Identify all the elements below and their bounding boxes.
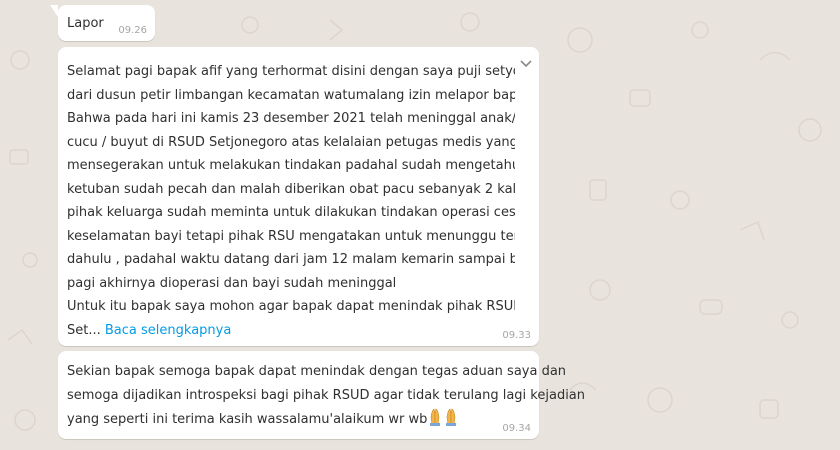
message-line: pihak keluarga sudah meminta untuk dilak… [67, 205, 515, 220]
message-line: ketuban sudah pecah dan malah diberikan … [67, 181, 515, 197]
message-text: Selamat pagi bapak afif yang terhormat d… [67, 60, 515, 342]
message-text: Lapor [67, 16, 104, 31]
folded-hands-icon [430, 408, 457, 426]
message-line-text: yang seperti ini terima kasih wassalamu'… [67, 412, 428, 427]
message-line-with-emoji: yang seperti ini terima kasih wassalamu'… [67, 408, 529, 432]
message-line-truncated: Set... Baca selengkapnya [67, 319, 515, 343]
message-line: semoga dijadikan introspeksi bagi pihak … [67, 388, 586, 403]
message-line: Bahwa pada hari ini kamis 23 desember 20… [67, 111, 515, 126]
message-time: 09.26 [118, 25, 147, 36]
message-bubble-lapor[interactable]: Lapor 09.26 [50, 5, 155, 41]
message-bubble-report[interactable]: Selamat pagi bapak afif yang terhormat d… [58, 47, 539, 346]
message-line: mensegerakan untuk melakukan tindakan pa… [67, 158, 515, 173]
message-time: 09.34 [502, 423, 531, 434]
message-line: Untuk itu bapak saya mohon agar bapak da… [67, 299, 515, 314]
message-line: pagi akhirnya dioperasi dan bayi sudah m… [67, 275, 397, 291]
message-line: Selamat pagi bapak afif yang terhormat d… [67, 64, 515, 79]
message-time: 09.33 [502, 330, 531, 341]
truncated-text: Set... [67, 322, 101, 338]
message-text: Sekian bapak semoga bapak dapat menindak… [67, 360, 586, 432]
read-more-link[interactable]: Baca selengkapnya [105, 323, 231, 338]
message-line: dahulu , padahal waktu datang dari jam 1… [67, 252, 515, 267]
chevron-down-icon[interactable] [519, 57, 533, 71]
message-line: keselamatan bayi tetapi pihak RSU mengat… [67, 228, 515, 244]
bubble-tail [50, 5, 58, 17]
message-line: Sekian bapak semoga bapak dapat menindak… [67, 364, 567, 379]
message-line: cucu / buyut di RSUD Setjonegoro atas ke… [67, 134, 515, 150]
message-bubble-closing[interactable]: Sekian bapak semoga bapak dapat menindak… [58, 351, 586, 439]
message-line: dari dusun petir limbangan kecamatan wat… [67, 87, 515, 103]
